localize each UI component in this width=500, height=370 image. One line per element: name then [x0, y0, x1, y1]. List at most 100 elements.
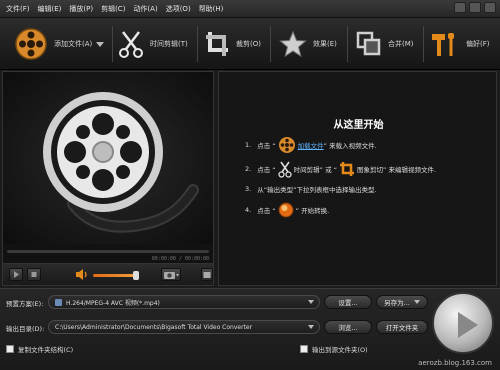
toolbar-divider — [423, 26, 424, 62]
toolbar-divider — [197, 26, 198, 62]
seek-bar[interactable] — [7, 250, 209, 253]
output-directory-value: C:\Users\Administrator\Documents\Bigasof… — [55, 323, 253, 331]
checkbox-box[interactable] — [6, 345, 14, 353]
toolbar: 添加文件(A) 时间剪辑(T) 裁剪(O) 效果(E) 合并(M) 偏好(F) — [0, 18, 500, 70]
step-1-prefix: 点击 “ — [257, 142, 276, 150]
stop-button[interactable] — [27, 268, 41, 281]
film-reel-icon — [278, 137, 295, 153]
menu-file[interactable]: 文件(F) — [6, 4, 30, 14]
trim-label: 时间剪辑(T) — [150, 40, 188, 48]
merge-button[interactable]: 合并(M) — [356, 18, 414, 70]
settings-button[interactable]: 设置... — [324, 295, 372, 309]
effect-label: 效果(E) — [313, 40, 337, 48]
volume-handle[interactable] — [133, 271, 139, 280]
save-as-button[interactable]: 另存为... — [376, 295, 428, 309]
film-reel-icon — [15, 28, 47, 60]
output-directory-input[interactable]: C:\Users\Administrator\Documents\Bigasof… — [48, 320, 320, 334]
menu-bar: 文件(F) 编辑(E) 播放(P) 剪辑(C) 动作(A) 选项(O) 帮助(H… — [0, 0, 500, 18]
crop-icon — [340, 162, 355, 176]
load-file-link[interactable]: 加载文件 — [298, 140, 324, 150]
step-3-text: 从“输出类型”下拉列表框中选择输出类型. — [257, 186, 377, 194]
volume-slider[interactable] — [93, 274, 137, 277]
trim-button[interactable]: 时间剪辑(T) — [118, 18, 188, 70]
step-2: 2. 点击 “ 时间剪辑 ” 或 “ 图象剪切 ” 来编辑视频文件. — [245, 160, 436, 178]
add-file-button[interactable]: 添加文件(A) — [14, 18, 105, 70]
preferences-button[interactable]: 偏好(F) — [430, 18, 490, 70]
getting-started-panel: 从这里开始 1. 点击 “ 加载文件 ” 来载入视频文件. 2. 点击 “ 时间… — [218, 71, 497, 286]
step-2-or: ” 或 “ — [319, 166, 338, 174]
window-controls — [454, 2, 496, 13]
play-icon — [14, 271, 19, 278]
merge-icon — [356, 31, 381, 56]
step-1-number: 1. — [245, 141, 252, 149]
menu-action[interactable]: 动作(A) — [133, 4, 157, 14]
preferences-label: 偏好(F) — [466, 40, 490, 48]
toolbar-divider — [270, 26, 271, 62]
step-2-suffix: ” 来编辑视频文件. — [383, 166, 437, 174]
profile-label: 预置方案(E): — [6, 300, 44, 308]
close-button[interactable] — [484, 2, 496, 13]
video-stage — [3, 72, 213, 244]
open-folder-button[interactable]: 打开文件夹 — [376, 320, 428, 334]
preview-panel: 00:00:00 / 00:00:00 — [2, 71, 214, 286]
start-title: 从这里开始 — [333, 120, 384, 131]
menu-help[interactable]: 帮助(H) — [199, 4, 224, 14]
step-4: 4. 点击 “ ” 开始转换. — [245, 202, 329, 218]
camera-icon — [164, 272, 179, 279]
copy-folder-structure-checkbox[interactable]: 复制文件夹结构(C) — [6, 344, 73, 354]
chevron-down-icon — [308, 300, 314, 304]
film-reel-logo-icon — [43, 92, 199, 233]
step-4-prefix: 点击 “ — [257, 207, 276, 215]
minimize-button[interactable] — [454, 2, 466, 13]
step-2-trim-text: 时间剪辑 — [293, 166, 320, 174]
timecode-display: 00:00:00 / 00:00:00 — [151, 256, 209, 262]
chevron-down-icon[interactable] — [96, 41, 105, 47]
toolbar-divider — [347, 26, 348, 62]
video-format-icon — [55, 298, 62, 306]
convert-button[interactable] — [432, 292, 494, 354]
checkbox-box[interactable] — [300, 345, 308, 353]
speaker-icon[interactable] — [75, 268, 89, 281]
step-4-suffix: ” 开始转换. — [295, 207, 330, 215]
step-2-prefix: 点击 “ — [257, 166, 276, 174]
toolbar-divider — [112, 26, 113, 62]
step-3-number: 3. — [245, 185, 252, 193]
star-icon — [279, 30, 307, 58]
menu-clip[interactable]: 剪辑(C) — [101, 4, 125, 14]
profile-value: H.264/MPEG-4 AVC 视频(*.mp4) — [66, 299, 160, 307]
convert-orb-icon — [278, 202, 294, 218]
copy-folder-structure-label: 复制文件夹结构(C) — [18, 346, 74, 354]
watermark-text: aerozb.blog.163.com — [418, 359, 492, 367]
chevron-down-icon — [413, 300, 420, 304]
output-to-source-label: 输出到源文件夹(O) — [312, 346, 368, 354]
crop-button[interactable]: 裁剪(O) — [204, 18, 261, 70]
output-directory-label: 输出目录(D): — [6, 325, 45, 333]
browse-button[interactable]: 浏览... — [324, 320, 372, 334]
folder-icon — [203, 272, 211, 278]
snapshot-button[interactable] — [161, 268, 181, 281]
crop-label: 裁剪(O) — [236, 40, 261, 48]
add-file-label: 添加文件(A) — [54, 40, 93, 48]
save-as-label: 另存为... — [384, 299, 410, 307]
menu-play[interactable]: 播放(P) — [69, 4, 93, 14]
crop-icon — [206, 32, 228, 56]
play-button[interactable] — [9, 268, 23, 281]
play-icon — [458, 312, 478, 338]
chevron-down-icon — [308, 325, 314, 329]
output-to-source-checkbox[interactable]: 输出到源文件夹(O) — [300, 344, 368, 354]
step-4-number: 4. — [245, 206, 252, 214]
merge-label: 合并(M) — [388, 40, 414, 48]
step-2-crop-text: 图象剪切 — [357, 166, 384, 174]
step-3: 3. 从“输出类型”下拉列表框中选择输出类型. — [245, 184, 377, 194]
step-2-number: 2. — [245, 165, 252, 173]
profile-select[interactable]: H.264/MPEG-4 AVC 视频(*.mp4) — [48, 295, 320, 309]
player-controls — [3, 263, 213, 285]
stop-icon — [31, 272, 37, 277]
snapshot-folder-button[interactable] — [201, 268, 213, 281]
effect-button[interactable]: 效果(E) — [279, 18, 337, 70]
menu-options[interactable]: 选项(O) — [166, 4, 191, 14]
output-settings-panel: 预置方案(E): H.264/MPEG-4 AVC 视频(*.mp4) 设置..… — [0, 288, 500, 370]
maximize-button[interactable] — [469, 2, 481, 13]
menu-edit[interactable]: 编辑(E) — [38, 4, 62, 14]
scissors-icon — [277, 161, 292, 178]
